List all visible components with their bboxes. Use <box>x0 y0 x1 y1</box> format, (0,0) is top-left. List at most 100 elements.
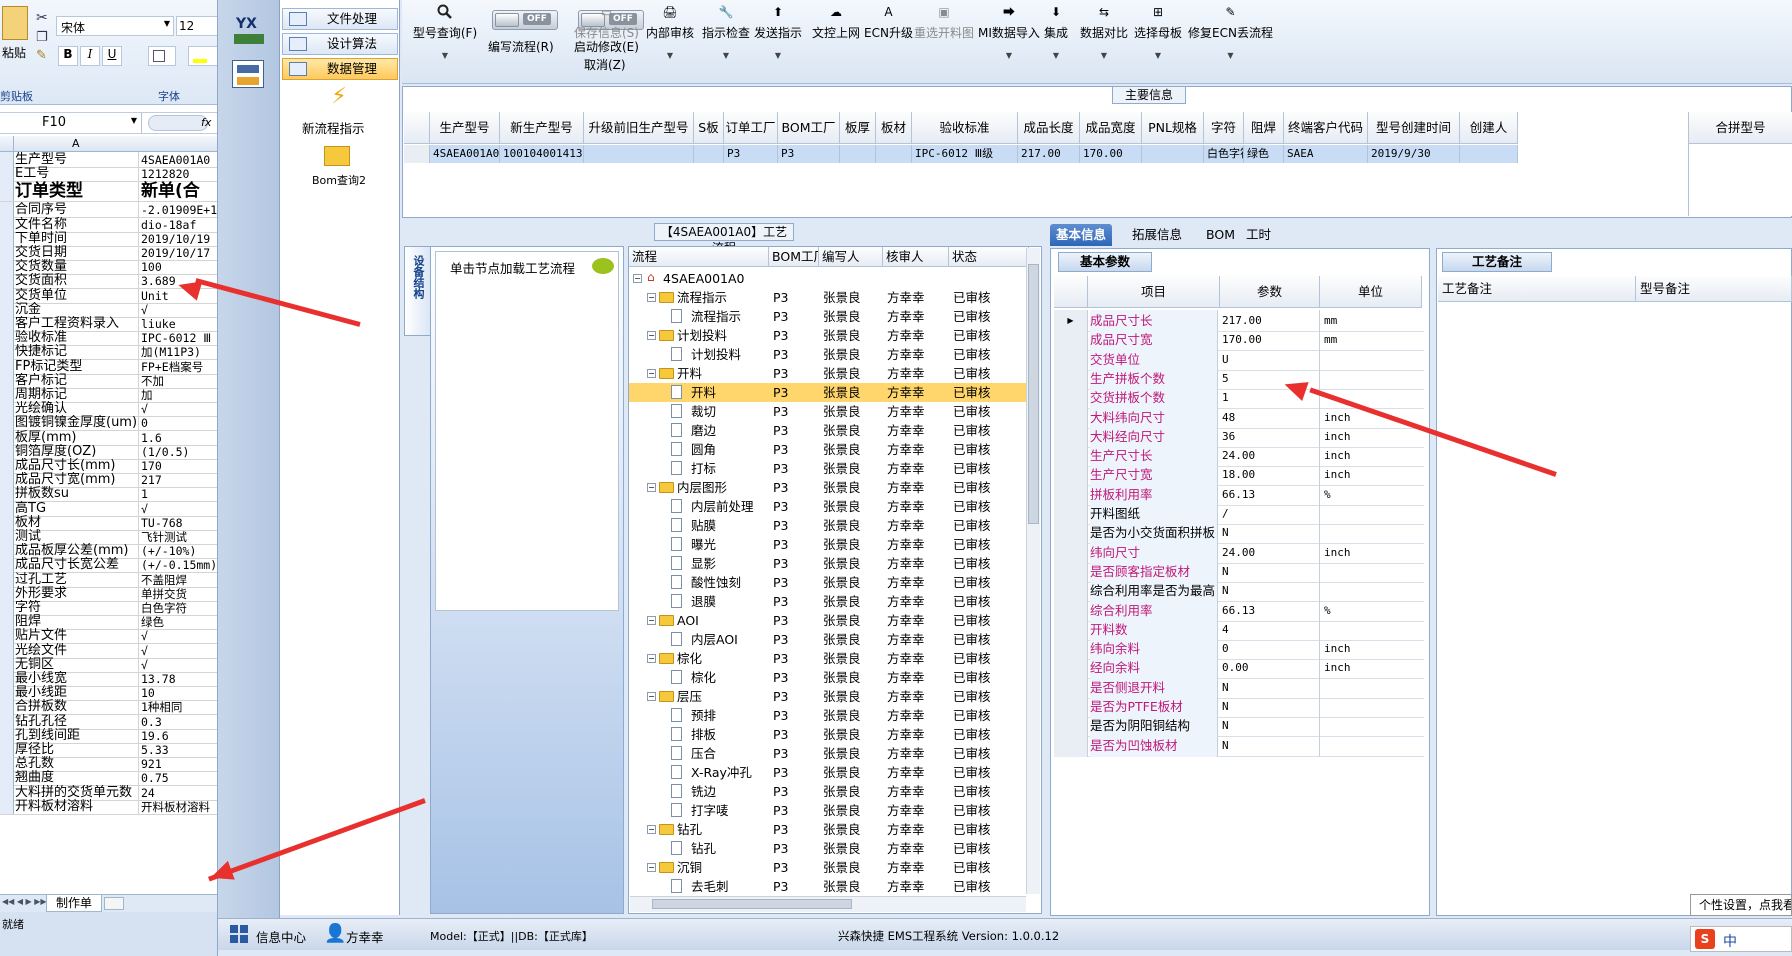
cell-a[interactable]: 开料板材溶料 <box>15 798 139 814</box>
main-cell[interactable]: 绿色 <box>1244 145 1284 163</box>
main-col-header[interactable]: 成品长度 <box>1018 112 1080 144</box>
cell-b[interactable]: 开料板材溶料 <box>141 799 217 814</box>
main-cell[interactable] <box>840 145 876 163</box>
main-cell[interactable]: 白色字符 <box>1204 145 1244 163</box>
integrate-button[interactable]: ⬇ 集成 ▼ <box>1044 4 1068 74</box>
tab-bom[interactable]: BOM <box>1200 224 1241 246</box>
main-col-header[interactable]: 升级前旧生产型号 <box>584 112 694 144</box>
main-cell[interactable] <box>694 145 724 163</box>
tree-row[interactable]: 计划投料 P3 张景良 方幸幸 已审核 <box>629 345 1029 364</box>
main-cell[interactable] <box>1460 145 1518 163</box>
expand-toggle-icon[interactable]: − <box>633 274 642 283</box>
tree-col-header[interactable]: 核审人 <box>883 247 949 267</box>
select-all-corner[interactable] <box>0 136 14 151</box>
cut-icon[interactable]: ✂ <box>36 10 48 26</box>
main-cell[interactable]: 217.00 <box>1018 145 1080 163</box>
ime-toolbar[interactable]: S 中 <box>1690 926 1792 952</box>
main-col-header[interactable]: 新生产型号 <box>500 112 584 144</box>
notes-col-model[interactable]: 型号备注 <box>1636 276 1792 302</box>
underline-button[interactable]: U <box>102 46 122 66</box>
tree-row[interactable]: 贴膜 P3 张景良 方幸幸 已审核 <box>629 516 1029 535</box>
tree-row[interactable]: − 流程指示 P3 张景良 方幸幸 已审核 <box>629 288 1029 307</box>
side-tab-structure[interactable]: 设备结构 <box>404 246 430 336</box>
calculator-icon[interactable] <box>232 60 264 88</box>
sheet-tab-zhizuodan[interactable]: 制作单 <box>46 895 102 912</box>
tree-row[interactable]: 流程指示 P3 张景良 方幸幸 已审核 <box>629 307 1029 326</box>
param-col-value[interactable]: 参数 <box>1220 276 1320 308</box>
main-col-header[interactable]: BOM工厂 <box>778 112 840 144</box>
notes-col-process[interactable]: 工艺备注 <box>1438 276 1636 302</box>
tab-basic-info[interactable]: 基本信息 <box>1050 224 1113 246</box>
main-col-header[interactable]: 创建人 <box>1460 112 1518 144</box>
tree-row[interactable]: 内层AOI P3 张景良 方幸幸 已审核 <box>629 630 1029 649</box>
new-flow-label[interactable]: 新流程指示 <box>302 118 365 137</box>
merge-model-header[interactable]: 合拼型号 <box>1689 112 1792 144</box>
tree-row[interactable]: 棕化 P3 张景良 方幸幸 已审核 <box>629 668 1029 687</box>
expand-toggle-icon[interactable]: − <box>647 331 656 340</box>
main-cell[interactable]: P3 <box>724 145 778 163</box>
nav-file-processing[interactable]: 文件处理 <box>282 8 398 30</box>
excel-row[interactable]: 订单类型 新单(合 <box>0 180 217 203</box>
expand-toggle-icon[interactable]: − <box>647 692 656 701</box>
tree-row[interactable]: 铣边 P3 张景良 方幸幸 已审核 <box>629 782 1029 801</box>
tree-row[interactable]: 酸性蚀刻 P3 张景良 方幸幸 已审核 <box>629 573 1029 592</box>
model-query-button[interactable]: 型号查询(F) ▼ <box>410 4 480 74</box>
row-number[interactable] <box>0 798 14 814</box>
tree-row[interactable]: − 层压 P3 张景良 方幸幸 已审核 <box>629 687 1029 706</box>
param-col-item[interactable]: 项目 <box>1088 276 1220 308</box>
font-size-select[interactable]: 12 <box>176 16 217 36</box>
main-col-header[interactable]: 阻焊 <box>1244 112 1284 144</box>
main-cell[interactable]: 10010400141359 <box>500 145 584 163</box>
tree-row[interactable]: X-Ray冲孔 P3 张景良 方幸幸 已审核 <box>629 763 1029 782</box>
tree-row[interactable]: − 沉铜 P3 张景良 方幸幸 已审核 <box>629 858 1029 877</box>
new-sheet-icon[interactable] <box>104 897 124 910</box>
paste-label[interactable]: 粘贴 <box>2 44 26 61</box>
tree-row[interactable]: 退膜 P3 张景良 方幸幸 已审核 <box>629 592 1029 611</box>
scroll-thumb[interactable] <box>1028 264 1039 524</box>
tree-row[interactable]: − 内层图形 P3 张景良 方幸幸 已审核 <box>629 478 1029 497</box>
main-cell[interactable]: 4SAEA001A0 <box>430 145 500 163</box>
save-info-button[interactable]: ▭ 保存信息(S) <box>574 4 639 74</box>
format-painter-icon[interactable]: ✎ <box>36 48 47 63</box>
info-center-label[interactable]: 信息中心 <box>256 927 306 946</box>
tree-row[interactable]: − 钻孔 P3 张景良 方幸幸 已审核 <box>629 820 1029 839</box>
tree-row[interactable]: 排板 P3 张景良 方幸幸 已审核 <box>629 725 1029 744</box>
tree-row[interactable]: 内层前处理 P3 张景良 方幸幸 已审核 <box>629 497 1029 516</box>
folder-icon[interactable] <box>324 146 350 166</box>
mi-data-import-button[interactable]: ⮕ MI数据导入 ▼ <box>978 4 1040 74</box>
ime-mode[interactable]: 中 <box>1723 931 1737 951</box>
main-cell[interactable]: SAEA <box>1284 145 1368 163</box>
main-cell[interactable] <box>876 145 912 163</box>
tree-row[interactable]: 打标 P3 张景良 方幸幸 已审核 <box>629 459 1029 478</box>
formula-function-area[interactable]: fx <box>148 115 211 131</box>
tree-row[interactable]: 预排 P3 张景良 方幸幸 已审核 <box>629 706 1029 725</box>
send-instruction-button[interactable]: ⬆ 发送指示 ▼ <box>754 4 802 74</box>
tree-row[interactable]: 裁切 P3 张景良 方幸幸 已审核 <box>629 402 1029 421</box>
cell-b[interactable]: 新单(合 <box>141 180 217 201</box>
main-col-header[interactable]: 验收标准 <box>912 112 1018 144</box>
tree-row[interactable]: 圆角 P3 张景良 方幸幸 已审核 <box>629 440 1029 459</box>
main-cell[interactable]: 2019/9/30 <box>1368 145 1460 163</box>
data-compare-button[interactable]: ⇆ 数据对比 ▼ <box>1080 4 1128 74</box>
tree-row[interactable]: 打字唛 P3 张景良 方幸幸 已审核 <box>629 801 1029 820</box>
expand-toggle-icon[interactable]: − <box>647 863 656 872</box>
row-number[interactable] <box>0 180 14 202</box>
expand-toggle-icon[interactable]: − <box>647 369 656 378</box>
main-cell[interactable]: IPC-6012 Ⅲ级 <box>912 145 1018 163</box>
main-cell[interactable] <box>584 145 694 163</box>
paste-icon[interactable] <box>2 6 28 40</box>
main-col-header[interactable]: 字符 <box>1204 112 1244 144</box>
param-row[interactable]: 是否为凹蚀板材 N <box>1054 734 1424 757</box>
main-col-header[interactable]: 生产型号 <box>430 112 500 144</box>
yx-logo[interactable]: YX <box>232 16 268 44</box>
expand-toggle-icon[interactable]: − <box>647 483 656 492</box>
tree-horizontal-scrollbar[interactable] <box>630 896 1026 912</box>
tab-work-hours[interactable]: 工时 <box>1240 224 1277 246</box>
basic-params-title[interactable]: 基本参数 <box>1058 252 1152 272</box>
tree-col-header[interactable]: BOM工厂 <box>769 247 819 267</box>
main-cell[interactable] <box>1142 145 1204 163</box>
tree-row[interactable]: 曝光 P3 张景良 方幸幸 已审核 <box>629 535 1029 554</box>
copy-icon[interactable]: ❐ <box>36 30 48 45</box>
main-info-grid[interactable]: 生产型号4SAEA001A0新生产型号10010400141359升级前旧生产型… <box>404 112 1654 212</box>
param-value[interactable]: N <box>1220 734 1320 757</box>
